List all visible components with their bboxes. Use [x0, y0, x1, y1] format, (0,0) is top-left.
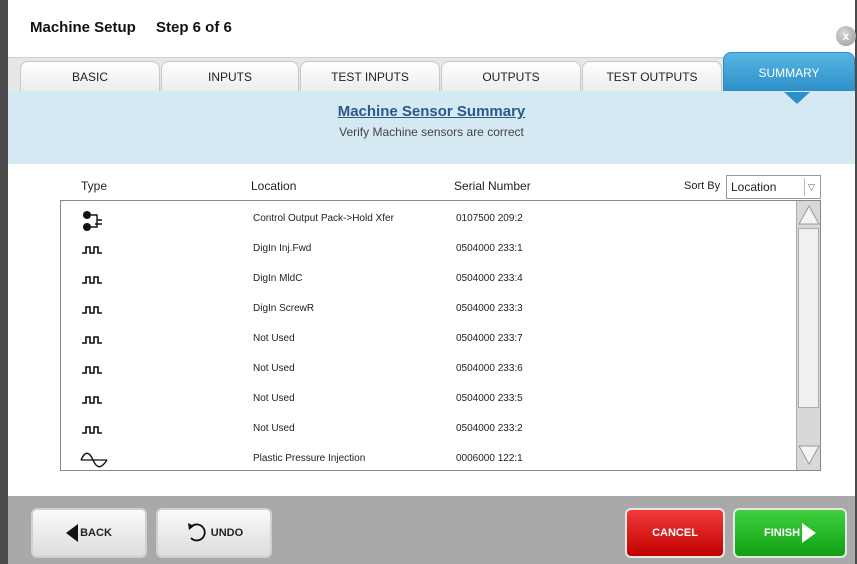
tab-outputs[interactable]: OUTPUTS	[441, 61, 581, 92]
tab-test-outputs[interactable]: TEST OUTPUTS	[582, 61, 722, 92]
tab-basic[interactable]: BASIC	[20, 61, 160, 92]
row-location: Not Used	[253, 363, 295, 374]
dialog-title: Machine Setup	[30, 19, 136, 36]
back-button[interactable]: BACK	[31, 508, 147, 558]
scroll-thumb[interactable]	[798, 228, 819, 408]
row-location: DigIn Inj.Fwd	[253, 243, 312, 254]
digital-input-icon	[79, 420, 109, 440]
back-button-label: BACK	[80, 527, 112, 539]
sort-by-value: Location	[731, 180, 777, 194]
row-serial: 0107500 209:2	[456, 213, 523, 224]
list-item[interactable]: DigIn ScrewR 0504000 233:3	[61, 294, 796, 324]
banner-subtitle: Verify Machine sensors are correct	[339, 125, 524, 139]
row-location: Not Used	[253, 423, 295, 434]
footer-bar: BACK UNDO CANCEL FINISH	[8, 496, 855, 564]
control-output-icon	[79, 210, 109, 231]
sort-by-select[interactable]: Location ▽	[726, 175, 821, 199]
row-serial: 0504000 233:7	[456, 333, 523, 344]
digital-input-icon	[79, 270, 109, 290]
cancel-button[interactable]: CANCEL	[625, 508, 725, 558]
tab-test-inputs[interactable]: TEST INPUTS	[300, 61, 440, 92]
undo-button[interactable]: UNDO	[156, 508, 272, 558]
digital-input-icon	[79, 390, 109, 410]
list-item[interactable]: Plastic Pressure Injection 0006000 122:1	[61, 444, 796, 474]
row-serial: 0504000 233:3	[456, 303, 523, 314]
banner-title: Machine Sensor Summary	[337, 103, 526, 120]
list-item[interactable]: Not Used 0504000 233:2	[61, 414, 796, 444]
list-item[interactable]: Not Used 0504000 233:6	[61, 354, 796, 384]
close-icon[interactable]: x	[836, 26, 856, 46]
dialog-header: Machine Setup Step 6 of 6 x	[8, 0, 856, 58]
list-item[interactable]: DigIn Inj.Fwd 0504000 233:1	[61, 234, 796, 264]
analog-wave-icon	[79, 450, 109, 470]
row-location: Not Used	[253, 393, 295, 404]
tab-bar: BASIC INPUTS TEST INPUTS OUTPUTS TEST OU…	[8, 52, 855, 92]
digital-input-icon	[79, 330, 109, 350]
finish-button-label: FINISH	[763, 527, 801, 539]
step-indicator: Step 6 of 6	[156, 19, 232, 36]
finish-button[interactable]: FINISH	[733, 508, 847, 558]
row-location: DigIn MldC	[253, 273, 303, 284]
list-scrollbar[interactable]	[796, 201, 820, 470]
list-item[interactable]: Not Used 0504000 233:7	[61, 324, 796, 354]
row-serial: 0504000 233:4	[456, 273, 523, 284]
column-header-type[interactable]: Type	[81, 179, 107, 193]
summary-banner: Machine Sensor Summary Verify Machine se…	[8, 91, 855, 164]
row-location: DigIn ScrewR	[253, 303, 315, 314]
tab-inputs[interactable]: INPUTS	[161, 61, 299, 92]
list-item[interactable]: Not Used 0504000 233:5	[61, 384, 796, 414]
chevron-down-icon[interactable]: ▽	[804, 178, 818, 196]
row-serial: 0006000 122:1	[456, 453, 523, 464]
undo-icon	[185, 521, 209, 546]
row-location: Plastic Pressure Injection	[253, 453, 366, 464]
digital-input-icon	[79, 300, 109, 320]
row-serial: 0504000 233:5	[456, 393, 523, 404]
tab-summary[interactable]: SUMMARY	[723, 52, 855, 92]
digital-input-icon	[79, 240, 109, 260]
arrow-right-icon	[802, 523, 817, 543]
row-location: Not Used	[253, 333, 295, 344]
list-item[interactable]: DigIn MldC 0504000 233:4	[61, 264, 796, 294]
sort-by-label: Sort By	[684, 180, 721, 192]
cancel-button-label: CANCEL	[652, 527, 698, 539]
window-frame-left	[0, 0, 8, 564]
column-header-serial[interactable]: Serial Number	[454, 179, 531, 193]
undo-button-label: UNDO	[210, 527, 244, 539]
sensor-list[interactable]: Control Output Pack->Hold Xfer 0107500 2…	[60, 200, 821, 471]
digital-input-icon	[79, 360, 109, 380]
row-serial: 0504000 233:1	[456, 243, 523, 254]
scroll-up-icon[interactable]	[797, 203, 821, 227]
row-serial: 0504000 233:2	[456, 423, 523, 434]
list-item[interactable]: Control Output Pack->Hold Xfer 0107500 2…	[61, 204, 796, 234]
row-serial: 0504000 233:6	[456, 363, 523, 374]
row-location: Control Output Pack->Hold Xfer	[253, 213, 394, 224]
column-header-location[interactable]: Location	[251, 179, 296, 193]
active-tab-pointer	[784, 92, 810, 104]
arrow-left-icon	[66, 524, 79, 542]
scroll-down-icon[interactable]	[797, 443, 821, 467]
